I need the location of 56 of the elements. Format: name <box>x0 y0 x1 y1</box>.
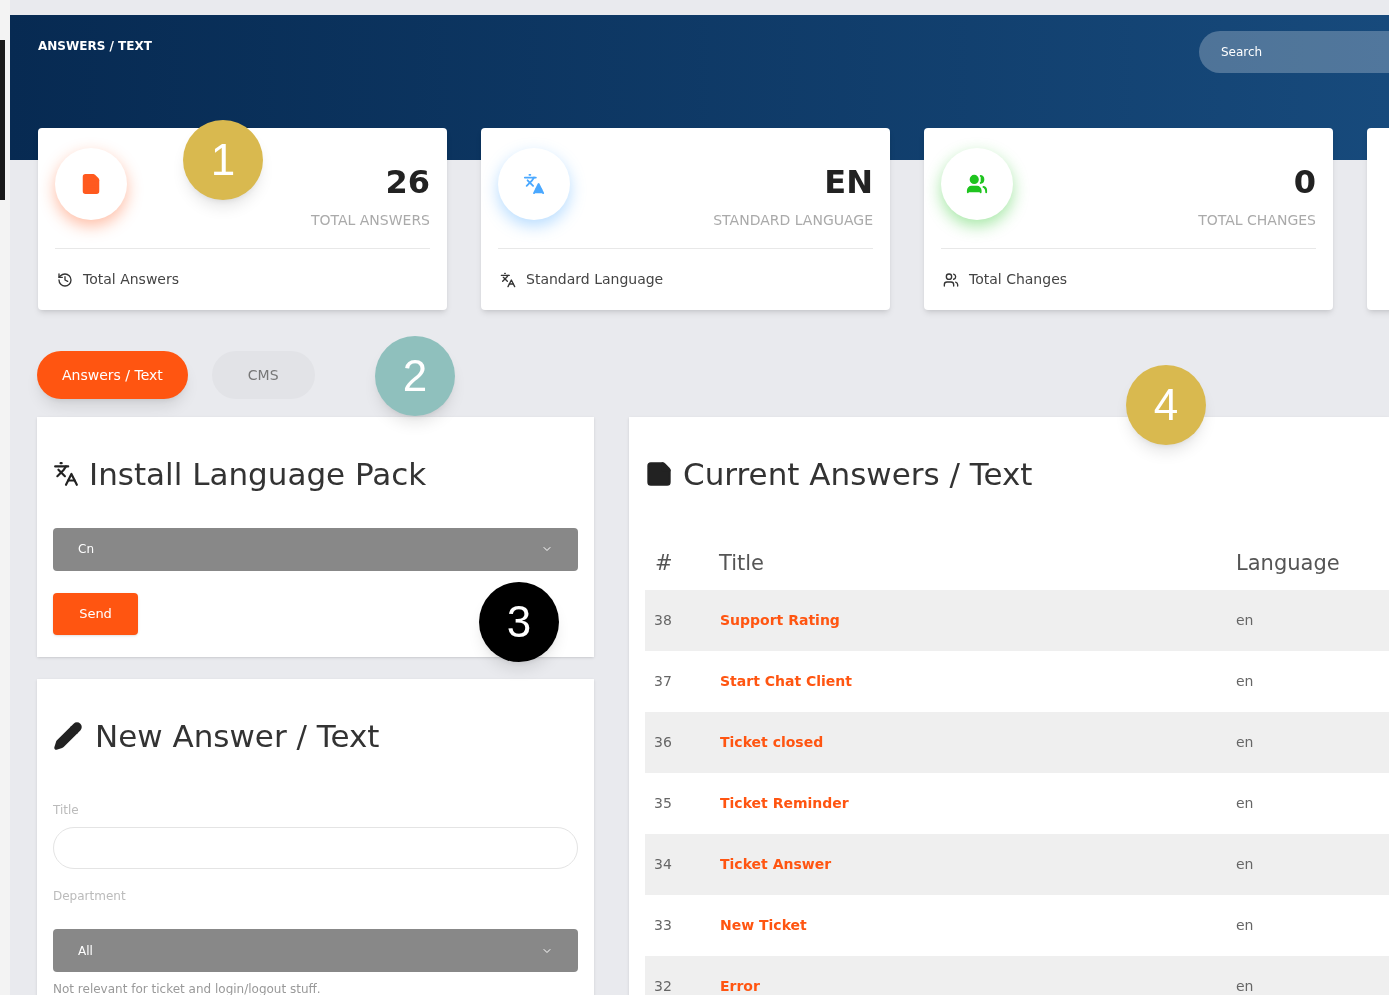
stat-value: 26 <box>385 166 430 198</box>
table-cell-text: 37 <box>653 671 673 691</box>
field-label: Title <box>53 802 80 819</box>
table-cell-text: en <box>1236 671 1254 691</box>
table-cell-text: 35 <box>653 793 673 813</box>
panel-title: Current Answers / Text <box>683 455 1033 494</box>
table-cell-text: en <box>1236 732 1254 752</box>
stat-label: TOTAL ANSWERS <box>310 211 430 230</box>
footer-label: Total Changes <box>969 270 1068 289</box>
pencil-icon <box>53 720 83 751</box>
breadcrumb: ANSWERS / TEXT <box>38 38 152 55</box>
table-cell-text: en <box>1236 915 1254 935</box>
footer-label: Standard Language <box>526 270 664 289</box>
table-cell-text: 34 <box>653 854 673 874</box>
note-icon <box>645 460 673 489</box>
tab[interactable]: CMS <box>211 351 315 399</box>
column-header: Language <box>1236 549 1340 577</box>
answer-link[interactable]: Ticket Answer <box>711 853 1236 875</box>
panel-title: Install Language Pack <box>89 455 427 494</box>
table-cell-text: en <box>1236 976 1254 995</box>
table-cell-text: 32 <box>653 976 673 995</box>
send-button[interactable]: Send <box>53 592 138 635</box>
stat-label: TOTAL CHANGES <box>1198 211 1316 230</box>
answer-link[interactable]: Start Chat Client <box>711 670 1236 692</box>
help-text: Not relevant for ticket and login/logout stuff. <box>53 981 322 995</box>
answer-link[interactable]: Ticket closed <box>711 731 1236 753</box>
stat-value: EN <box>824 166 873 198</box>
footer-icon <box>943 271 959 288</box>
footer-label: Total Answers <box>83 270 179 289</box>
table-cell-text: 36 <box>653 732 673 752</box>
table-cell-text: 33 <box>653 915 673 935</box>
column-header: Title <box>718 549 765 577</box>
title-field[interactable] <box>53 827 578 869</box>
footer-icon <box>500 271 516 288</box>
answer-link[interactable]: Support Rating <box>711 609 1236 631</box>
field-label: Department <box>53 888 127 905</box>
language-select[interactable]: Cn <box>53 527 578 571</box>
table-cell-text: en <box>1236 610 1254 630</box>
table-row[interactable]: 38 Support Rating en <box>645 589 1389 651</box>
answer-link[interactable]: Error <box>711 975 1236 995</box>
column-header: # <box>654 549 674 577</box>
stat-value: 0 <box>1293 166 1316 198</box>
footer-icon <box>57 271 73 288</box>
tab[interactable]: Answers / Text <box>37 351 188 399</box>
answer-link[interactable]: Ticket Reminder <box>711 792 1236 814</box>
table-row[interactable]: 36 Ticket closed en <box>645 711 1389 773</box>
answer-link[interactable]: New Ticket <box>711 914 1236 936</box>
table-row[interactable]: 34 Ticket Answer en <box>645 833 1389 895</box>
table-row[interactable]: 32 Error en <box>645 955 1389 995</box>
stat-label: STANDARD LANGUAGE <box>713 211 873 230</box>
language-icon <box>53 461 79 488</box>
table-cell-text: 38 <box>653 610 673 630</box>
panel-title: New Answer / Text <box>95 716 380 756</box>
table-cell-text: en <box>1236 793 1254 813</box>
table-cell-text: en <box>1236 854 1254 874</box>
department-select[interactable]: All <box>53 929 578 972</box>
